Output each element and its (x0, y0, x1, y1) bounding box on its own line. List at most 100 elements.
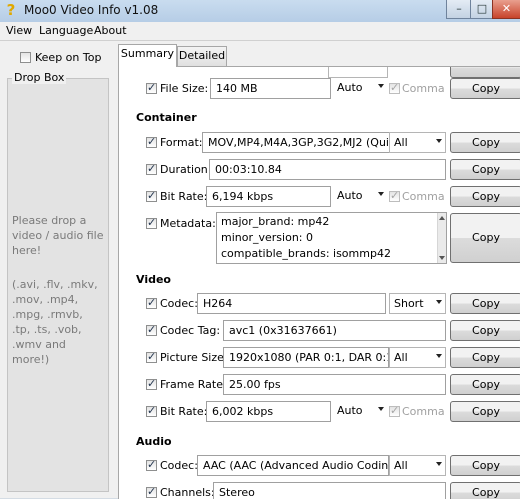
metadata-copy-button[interactable]: Copy (450, 213, 520, 263)
picture-size-field[interactable]: 1920x1080 (PAR 0:1, DAR 0:1) (223, 347, 389, 368)
audio-codec-label: Codec: (160, 459, 198, 472)
supported-formats: (.avi, .flv, .mkv, .mov, .mp4, .mpg, .rm… (12, 278, 98, 366)
video-bit-rate-unit-dropdown[interactable]: Auto (333, 401, 387, 422)
drop-box-title: Drop Box (12, 71, 67, 84)
minimize-button[interactable]: – (446, 0, 472, 19)
duration-label: Duration: (160, 163, 212, 176)
picture-size-checkbox[interactable] (146, 350, 157, 363)
metadata-label: Metadata: (160, 217, 216, 230)
video-codec-dropdown[interactable]: Short (389, 293, 446, 314)
close-button[interactable]: ✕ (492, 0, 520, 19)
keep-on-top-checkbox[interactable] (20, 52, 31, 63)
picture-size-label: Picture Size: (160, 351, 228, 364)
audio-codec-field[interactable]: AAC (AAC (Advanced Audio Coding)) (197, 455, 389, 476)
summary-panel: File Size: 140 MB Auto Comma Copy Contai… (118, 66, 520, 499)
menu-bar: View Language About (0, 22, 520, 41)
video-bit-rate-comma-checkbox[interactable] (389, 404, 400, 417)
menu-view[interactable]: View (6, 24, 32, 37)
app-icon: ? (6, 1, 16, 19)
maximize-button[interactable]: □ (470, 0, 494, 19)
video-bit-rate-field[interactable]: 6,002 kbps (206, 401, 331, 422)
metadata-checkbox[interactable] (146, 216, 157, 229)
keep-on-top-label: Keep on Top (35, 51, 102, 64)
chevron-down-icon (436, 354, 442, 358)
previous-row-dropdown[interactable] (328, 67, 388, 78)
previous-row-copy-button[interactable] (450, 67, 520, 78)
audio-heading: Audio (136, 435, 172, 448)
picture-size-copy-button[interactable]: Copy (450, 347, 520, 368)
picture-size-dropdown[interactable]: All (389, 347, 446, 368)
channels-label: Channels: (160, 486, 215, 499)
audio-codec-copy-button[interactable]: Copy (450, 455, 520, 476)
format-label: Format: (160, 136, 203, 149)
channels-field[interactable]: Stereo (213, 482, 446, 499)
format-checkbox[interactable] (146, 135, 157, 148)
frame-rate-field[interactable]: 25.00 fps (223, 374, 446, 395)
file-size-comma-checkbox[interactable] (389, 81, 400, 94)
format-field[interactable]: MOV,MP4,M4A,3GP,3G2,MJ2 (QuickTime / MOV… (202, 132, 390, 153)
video-codec-copy-button[interactable]: Copy (450, 293, 520, 314)
video-codec-label: Codec: (160, 297, 198, 310)
left-pane: Keep on Top Drop Box Please drop a video… (0, 41, 114, 498)
metadata-line: minor_version: 0 (221, 231, 313, 244)
title-bar: ? Moo0 Video Info v1.08 – □ ✕ (0, 0, 520, 22)
bit-rate-label: Bit Rate: (160, 190, 208, 203)
file-size-field[interactable]: 140 MB (210, 78, 331, 99)
video-heading: Video (136, 273, 171, 286)
duration-checkbox[interactable] (146, 162, 157, 175)
codec-tag-copy-button[interactable]: Copy (450, 320, 520, 341)
bit-rate-unit-dropdown[interactable]: Auto (333, 186, 387, 207)
video-bit-rate-comma-label: Comma (402, 405, 445, 418)
video-codec-checkbox[interactable] (146, 296, 157, 309)
chevron-down-icon (378, 192, 384, 196)
codec-tag-field[interactable]: avc1 (0x31637661) (223, 320, 446, 341)
drop-instructions: Please drop a video / audio file here! (12, 214, 104, 257)
scroll-up-icon[interactable] (439, 216, 445, 220)
bit-rate-comma-checkbox[interactable] (389, 189, 400, 202)
bit-rate-unit-value: Auto (337, 189, 363, 202)
file-size-comma-label: Comma (402, 82, 445, 95)
picture-size-option-value: All (394, 351, 408, 364)
bit-rate-field[interactable]: 6,194 kbps (206, 186, 331, 207)
metadata-line: major_brand: mp42 (221, 215, 330, 228)
bit-rate-comma-label: Comma (402, 190, 445, 203)
channels-copy-button[interactable]: Copy (450, 482, 520, 499)
file-size-unit-value: Auto (337, 81, 363, 94)
video-bit-rate-label: Bit Rate: (160, 405, 208, 418)
video-bit-rate-checkbox[interactable] (146, 404, 157, 417)
menu-about[interactable]: About (94, 24, 127, 37)
duration-field[interactable]: 00:03:10.84 (209, 159, 446, 180)
video-bit-rate-unit-value: Auto (337, 404, 363, 417)
metadata-line: compatible_brands: isommp42 (221, 247, 391, 260)
codec-tag-label: Codec Tag: (160, 324, 221, 337)
bit-rate-checkbox[interactable] (146, 189, 157, 202)
chevron-down-icon (436, 139, 442, 143)
frame-rate-label: Frame Rate: (160, 378, 227, 391)
tab-summary[interactable]: Summary (118, 44, 177, 67)
menu-language[interactable]: Language (39, 24, 93, 37)
scroll-down-icon[interactable] (439, 256, 445, 260)
metadata-textarea[interactable]: major_brand: mp42 minor_version: 0 compa… (216, 212, 447, 264)
file-size-unit-dropdown[interactable]: Auto (333, 78, 387, 99)
chevron-down-icon (378, 84, 384, 88)
bit-rate-copy-button[interactable]: Copy (450, 186, 520, 207)
frame-rate-checkbox[interactable] (146, 377, 157, 390)
file-size-checkbox[interactable] (146, 81, 157, 94)
file-size-label: File Size: (160, 82, 209, 95)
frame-rate-copy-button[interactable]: Copy (450, 374, 520, 395)
chevron-down-icon (436, 300, 442, 304)
tab-detailed[interactable]: Detailed (177, 46, 227, 66)
codec-tag-checkbox[interactable] (146, 323, 157, 336)
metadata-scrollbar[interactable] (437, 213, 446, 263)
file-size-copy-button[interactable]: Copy (450, 78, 520, 99)
video-codec-option-value: Short (394, 297, 424, 310)
audio-codec-checkbox[interactable] (146, 458, 157, 471)
channels-checkbox[interactable] (146, 485, 157, 498)
audio-codec-option-value: All (394, 459, 408, 472)
format-dropdown[interactable]: All (389, 132, 446, 153)
duration-copy-button[interactable]: Copy (450, 159, 520, 180)
video-bit-rate-copy-button[interactable]: Copy (450, 401, 520, 422)
format-copy-button[interactable]: Copy (450, 132, 520, 153)
video-codec-field[interactable]: H264 (197, 293, 386, 314)
audio-codec-dropdown[interactable]: All (389, 455, 446, 476)
